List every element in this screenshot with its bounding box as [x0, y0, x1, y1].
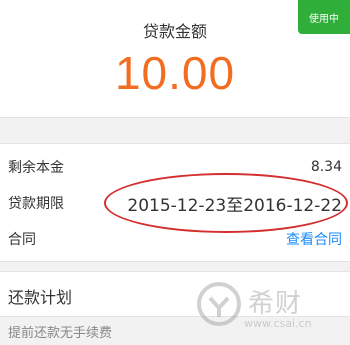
loan-term-row: 贷款期限 2015-12-23至2016-12-22	[0, 188, 350, 218]
loan-details-section: 剩余本金 8.34 贷款期限 2015-12-23至2016-12-22 合同 …	[0, 143, 350, 262]
loan-amount-value: 10.00	[114, 47, 236, 99]
repayment-plan-title: 还款计划	[8, 288, 73, 307]
remaining-principal-value: 8.34	[310, 159, 342, 175]
watermark: 希财 www.csai.cn	[194, 279, 344, 341]
watermark-logo-icon	[197, 282, 241, 326]
status-badge: 使用中	[298, 0, 350, 34]
contract-row[interactable]: 合同 查看合同	[0, 224, 350, 254]
watermark-url: www.csai.cn	[244, 317, 312, 330]
loan-term-value: 2015-12-23至2016-12-22	[127, 195, 342, 216]
watermark-text: 希财	[248, 289, 303, 319]
contract-label: 合同	[8, 232, 36, 248]
loan-amount-card: 贷款金额 10.00 使用中	[0, 0, 350, 118]
remaining-principal-label: 剩余本金	[8, 160, 64, 176]
remaining-principal-row: 剩余本金 8.34	[0, 152, 350, 182]
loan-term-label: 贷款期限	[8, 196, 64, 212]
view-contract-link[interactable]: 查看合同	[286, 229, 342, 249]
early-repayment-note: 提前还款无手续费	[8, 326, 113, 341]
